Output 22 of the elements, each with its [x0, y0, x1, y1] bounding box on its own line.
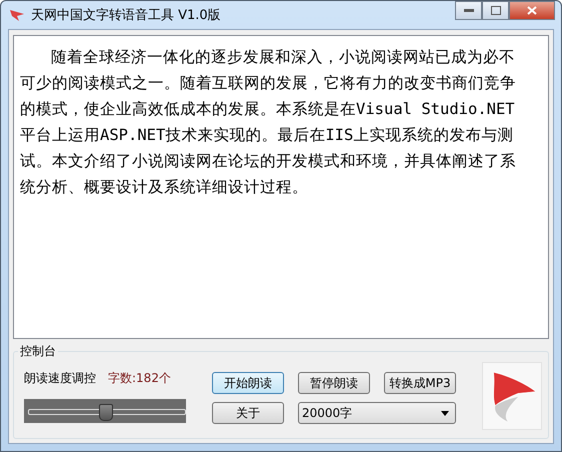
maximize-icon: [490, 6, 500, 15]
action-button[interactable]: 关于: [212, 402, 284, 424]
minimize-icon: [464, 8, 474, 12]
text-area[interactable]: 随着全球经济一体化的逐步发展和深入，小说阅读网站已成为必不可少的阅读模式之一。随着互联网的发展，它将有力的改变书商们竞争的模式，使企业高效低成本的发展。本系统是在Visual Studio.NET平台上运用ASP.NET技术来实现的。最后在IIS上实现系统的发布与测试。本文介绍了小说阅读网在论坛的开发模式和环境，并具体阐述了系统分析、概要设计及系统详细设计过程。: [13, 35, 549, 339]
action-button[interactable]: 开始朗读: [212, 372, 284, 394]
char-count: 字数:182个: [108, 370, 171, 387]
article-text: 随着全球经济一体化的逐步发展和深入，小说阅读网站已成为必不可少的阅读模式之一。随着互联网的发展，它将有力的改变书商们竞争的模式，使企业高效低成本的发展。本系统是在Visual Studio.NET平台上运用ASP.NET技术来实现的。最后在IIS上实现系统的发布与测试。本文介绍了小说阅读网在论坛的开发模式和环境，并具体阐述了系统分析、概要设计及系统详细设计过程。: [20, 47, 517, 198]
slider-thumb[interactable]: [99, 404, 113, 421]
limit-dropdown[interactable]: 20000字: [298, 402, 456, 424]
app-icon: [9, 8, 25, 22]
speed-label: 朗读速度调控: [24, 370, 96, 387]
close-icon: [527, 6, 537, 15]
action-button[interactable]: 暂停朗读: [298, 372, 370, 394]
action-button[interactable]: 转换成MP3: [384, 372, 456, 394]
window-title: 天网中国文字转语音工具 V1.0版: [31, 7, 221, 24]
panel-title: 控制台: [18, 343, 58, 360]
logo-icon: [482, 362, 542, 430]
close-button[interactable]: [509, 1, 555, 20]
maximize-button[interactable]: [482, 1, 509, 20]
dropdown-arrow-icon: [441, 410, 449, 416]
minimize-button[interactable]: [455, 1, 482, 20]
speed-slider[interactable]: [24, 399, 186, 423]
